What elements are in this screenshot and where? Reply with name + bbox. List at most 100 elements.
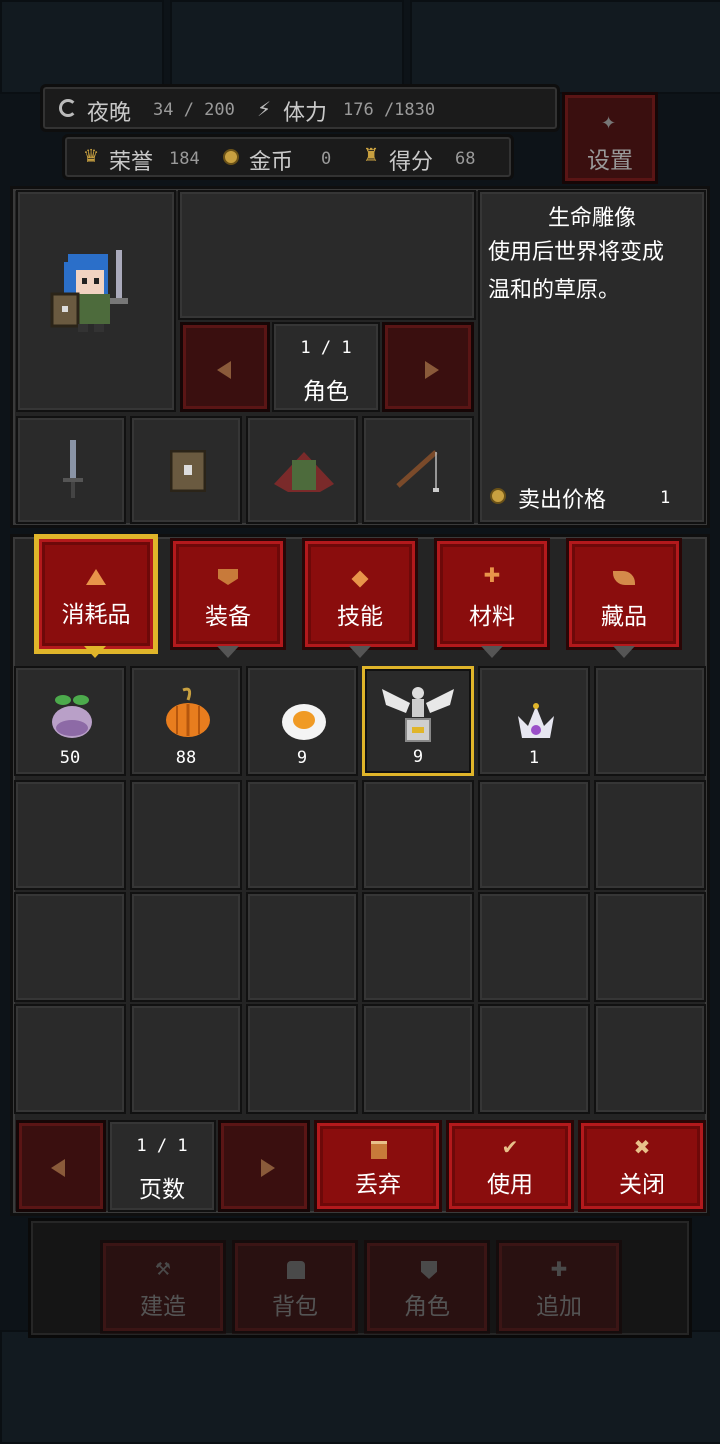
trash-icon: [371, 1141, 387, 1159]
use-button[interactable]: ✔ 使用: [446, 1120, 574, 1212]
sell-price-label: 卖出价格: [518, 488, 607, 513]
equip-slot-weapon[interactable]: [16, 416, 126, 524]
moon-icon: [59, 99, 77, 117]
inventory-slot[interactable]: [130, 780, 242, 890]
close-button[interactable]: ✖ 关闭: [578, 1120, 706, 1212]
page-indicator: 1 / 1 页数: [108, 1120, 216, 1212]
plus-icon: ✚: [550, 1257, 568, 1281]
arrow-right-icon: [261, 1159, 275, 1177]
use-label: 使用: [487, 1172, 533, 1198]
tab-skills-label: 技能: [337, 604, 383, 630]
nav-add[interactable]: ✚ 追加: [496, 1240, 622, 1334]
night-label: 夜晚: [87, 101, 132, 126]
inventory-slot[interactable]: 9: [246, 666, 358, 776]
inventory-slot[interactable]: [478, 892, 590, 1002]
item-description-line1: 使用后世界将变成: [488, 240, 665, 265]
item-name: 生命雕像: [547, 206, 636, 231]
diamond-icon: [351, 570, 369, 588]
settings-button[interactable]: ✦ 设置: [562, 92, 658, 184]
inventory-slot[interactable]: [594, 780, 706, 890]
backpack-icon: [287, 1261, 305, 1279]
tab-equipment-label: 装备: [205, 604, 251, 630]
close-label: 关闭: [619, 1172, 665, 1198]
discard-button[interactable]: 丢弃: [314, 1120, 442, 1212]
inventory-slot[interactable]: [362, 780, 474, 890]
inventory-slot[interactable]: 50: [14, 666, 126, 776]
item-count: 50: [59, 748, 81, 768]
character-preview-area: [178, 190, 476, 320]
inventory-slot[interactable]: [594, 1004, 706, 1114]
trophy-icon: ♜: [363, 145, 380, 166]
inventory-slot[interactable]: [14, 780, 126, 890]
flask-icon: [86, 569, 106, 585]
discard-label: 丢弃: [355, 1172, 401, 1198]
inventory-slot[interactable]: [130, 1004, 242, 1114]
winged-statue-icon: [382, 687, 454, 742]
nav-add-label: 追加: [536, 1294, 582, 1320]
arrow-right-icon: [425, 361, 439, 379]
inventory-slot[interactable]: [14, 892, 126, 1002]
arrow-left-icon: [217, 361, 231, 379]
page-prev-button[interactable]: [16, 1120, 106, 1212]
inventory-slot[interactable]: [594, 666, 706, 776]
tab-equipment-indicator: [217, 646, 239, 658]
inventory-slot[interactable]: 1: [478, 666, 590, 776]
inventory-slot[interactable]: [594, 892, 706, 1002]
nav-build[interactable]: ⚒ 建造: [100, 1240, 226, 1334]
inventory-slot[interactable]: 88: [130, 666, 242, 776]
inventory-slot[interactable]: [14, 1004, 126, 1114]
character-next-button[interactable]: [382, 322, 474, 412]
inventory-slot[interactable]: [130, 892, 242, 1002]
item-count: 9: [296, 748, 308, 768]
sell-price-value: 1: [660, 488, 671, 508]
sell-coin-icon: [490, 488, 506, 504]
item-info-panel: 生命雕像 使用后世界将变成 温和的草原。 卖出价格 1: [478, 190, 706, 524]
nav-build-label: 建造: [140, 1294, 186, 1320]
pumpkin-icon: [166, 687, 210, 737]
inventory-slot[interactable]: [246, 1004, 358, 1114]
page-label: 页数: [139, 1177, 185, 1203]
inventory-slot[interactable]: [478, 780, 590, 890]
tab-skills[interactable]: 技能: [302, 538, 418, 650]
honor-label: 荣誉: [109, 150, 154, 175]
tab-materials-indicator: [481, 646, 503, 658]
equip-slot-tool[interactable]: [362, 416, 474, 524]
armor-icon: [218, 569, 238, 585]
page-next-button[interactable]: [218, 1120, 310, 1212]
nav-backpack[interactable]: 背包: [232, 1240, 358, 1334]
inventory-slot[interactable]: [246, 892, 358, 1002]
tab-consumables-label: 消耗品: [61, 602, 131, 628]
equip-slot-offhand[interactable]: [130, 416, 242, 524]
lightning-icon: ⚡: [257, 97, 272, 121]
armor-icon: [421, 1261, 437, 1279]
inventory-slot[interactable]: [246, 780, 358, 890]
equip-slot-armor[interactable]: [246, 416, 358, 524]
coin-icon: [223, 149, 239, 165]
nav-character-label: 角色: [404, 1294, 450, 1320]
inventory-slot[interactable]: [362, 1004, 474, 1114]
tab-collectibles[interactable]: 藏品: [566, 538, 682, 650]
hud-top-bar: 夜晚 34 / 200 ⚡ 体力 176 /1830: [40, 84, 560, 132]
inventory-slot[interactable]: [362, 892, 474, 1002]
tab-equipment[interactable]: 装备: [170, 538, 286, 650]
character-prev-button[interactable]: [180, 322, 270, 412]
score-label: 得分: [389, 150, 434, 175]
nav-character[interactable]: 角色: [364, 1240, 490, 1334]
stamina-value: 176 /1830: [343, 100, 436, 120]
tab-collectibles-indicator: [613, 646, 635, 658]
inventory-slot-selected[interactable]: 9: [362, 666, 474, 776]
item-count: 1: [528, 748, 540, 768]
wrench-icon: ✦: [601, 113, 617, 134]
inventory-slot[interactable]: [478, 1004, 590, 1114]
tab-consumables[interactable]: 消耗品: [36, 536, 156, 652]
check-icon: ✔: [501, 1135, 519, 1159]
tab-materials[interactable]: ✚ 材料: [434, 538, 550, 650]
fishing-rod-icon: [396, 450, 439, 492]
hammer-icon: ⚒: [154, 1259, 172, 1280]
crown-icon: [518, 703, 554, 738]
cloak-icon: [274, 452, 334, 492]
turnip-icon: [52, 695, 92, 738]
item-description-line2: 温和的草原。: [488, 278, 621, 303]
fried-egg-icon: [282, 704, 326, 740]
score-value: 68: [455, 149, 476, 169]
